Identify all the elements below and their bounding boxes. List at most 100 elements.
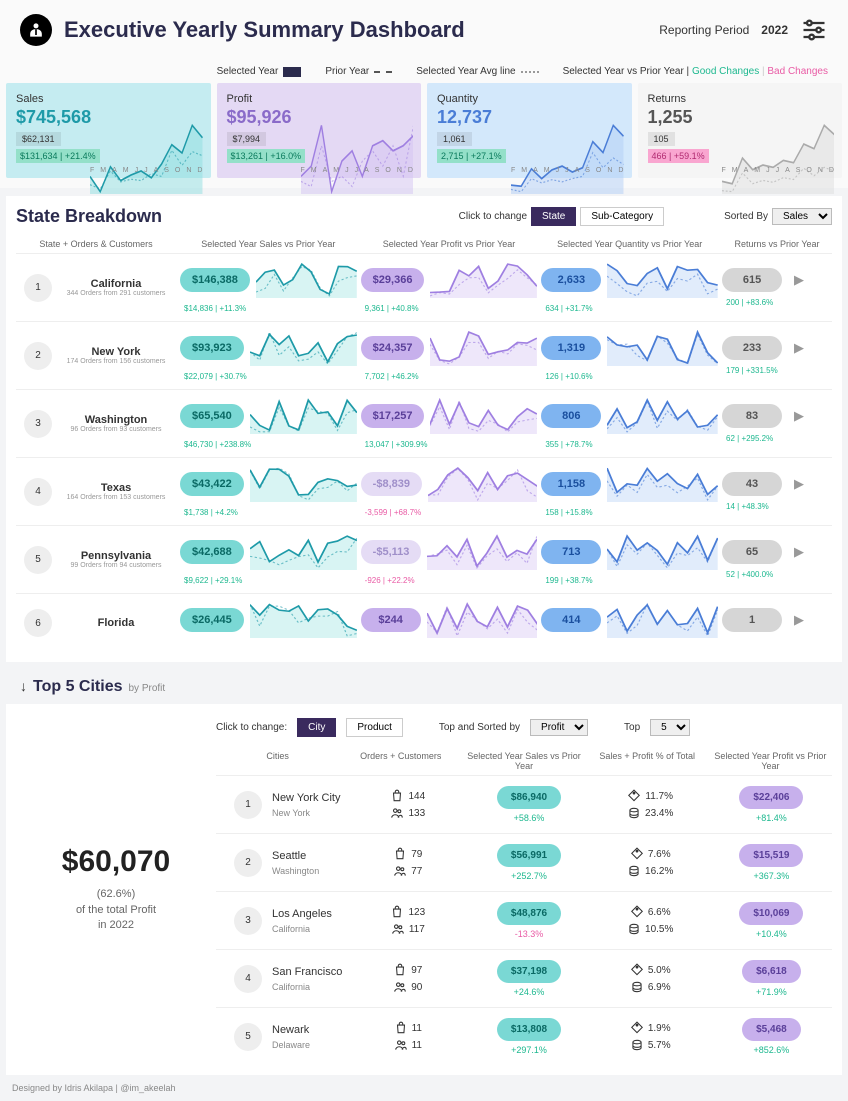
people-icon <box>393 980 407 994</box>
rank-badge: 5 <box>24 546 52 574</box>
sales-delta: $9,622 | +29.1% <box>180 576 357 585</box>
state-breakdown-section: State Breakdown Click to change State Su… <box>6 196 842 662</box>
tag-icon <box>627 789 641 803</box>
profit-delta: 13,047 | +309.9% <box>361 440 538 449</box>
state-name: New York <box>56 346 176 358</box>
city-state: New York <box>272 808 340 818</box>
legend-avg-swatch <box>521 71 539 73</box>
kpi-avg: $62,131 <box>16 132 61 146</box>
profit-pill: $29,366 <box>361 268 425 292</box>
profit-pct: 23.4% <box>645 808 673 819</box>
sales-pct: 5.0% <box>648 965 671 976</box>
sales-pct: 1.9% <box>648 1023 671 1034</box>
kpi-delta: $131,634 | +21.4% <box>16 149 100 163</box>
qty-pill: 1,319 <box>541 336 601 360</box>
section-title: State Breakdown <box>16 206 162 227</box>
expand-icon[interactable]: ▶ <box>788 544 810 560</box>
city-profit-delta: +10.4% <box>711 929 832 939</box>
qty-spark <box>607 398 718 434</box>
state-sub: 96 Orders from 93 customers <box>56 426 176 433</box>
top5-sort-select[interactable]: Profit <box>530 719 588 736</box>
state-row: 2 New York 174 Orders from 156 customers… <box>16 321 832 389</box>
toggle-subcategory[interactable]: Sub-Category <box>580 207 664 226</box>
kpi-qty[interactable]: Quantity 12,737 1,061 2,715 | +27.1% FMA… <box>427 83 632 178</box>
sales-pill: $42,688 <box>180 540 244 564</box>
state-name: Washington <box>56 414 176 426</box>
city-state: Delaware <box>272 1040 310 1050</box>
kpi-sales[interactable]: Sales $745,568 $62,131 $131,634 | +21.4%… <box>6 83 211 178</box>
kpi-sparkline <box>515 103 627 174</box>
tag-icon <box>630 905 644 919</box>
ret-pill: 615 <box>722 268 782 292</box>
reporting-period-label: Reporting Period <box>659 23 749 37</box>
top5-count-select[interactable]: 5 <box>650 719 690 736</box>
city-row: 1 New York City New York 144 133 $86,940… <box>216 775 832 833</box>
ret-delta: 14 | +48.3% <box>722 502 832 511</box>
sales-delta: $14,836 | +11.3% <box>180 304 357 313</box>
sort-by-select[interactable]: Sales <box>772 208 832 225</box>
city-sales-pill: $13,808 <box>497 1018 561 1041</box>
legend-selected-swatch <box>283 67 301 77</box>
profit-spark <box>428 466 537 502</box>
legend-prior-swatch <box>374 71 392 73</box>
state-name: Florida <box>56 617 176 629</box>
city-profit-delta: +367.3% <box>711 871 832 881</box>
profit-spark <box>430 398 537 434</box>
footer-credit: Designed by Idris Akilapa | @im_akeelah <box>0 1075 848 1101</box>
expand-icon[interactable]: ▶ <box>788 408 810 424</box>
sales-delta: $46,730 | +238.8% <box>180 440 357 449</box>
bag-icon <box>393 847 407 861</box>
kpi-sparkline <box>94 103 206 174</box>
city-name: San Francisco <box>272 966 342 978</box>
city-sales-delta: +58.6% <box>468 813 589 823</box>
city-rank: 2 <box>234 849 262 877</box>
sales-pill: $93,923 <box>180 336 244 360</box>
profit-pct: 10.5% <box>645 924 673 935</box>
customers-count: 117 <box>409 924 425 935</box>
state-row: 5 Pennsylvania 99 Orders from 94 custome… <box>16 525 832 593</box>
profit-delta: -3,599 | +68.7% <box>361 508 538 517</box>
city-rank: 5 <box>234 1023 262 1051</box>
profit-delta: 7,702 | +46.2% <box>361 372 538 381</box>
qty-pill: 713 <box>541 540 601 564</box>
coin-icon <box>630 980 644 994</box>
sales-pill: $65,540 <box>180 404 244 428</box>
city-sales-delta: +297.1% <box>468 1045 589 1055</box>
qty-spark <box>607 330 718 366</box>
settings-icon[interactable] <box>800 16 828 44</box>
city-name: Seattle <box>272 850 319 862</box>
top5-body: $60,070 (62.6%) of the total Profit in 2… <box>6 704 842 1075</box>
state-row: 3 Washington 96 Orders from 93 customers… <box>16 389 832 457</box>
kpi-sparkline <box>726 103 838 174</box>
sales-pct: 7.6% <box>648 849 671 860</box>
kpi-ret[interactable]: Returns 1,255 105 466 | +59.1% FMAMJJASO… <box>638 83 843 178</box>
city-state: Washington <box>272 866 319 876</box>
city-profit-delta: +81.4% <box>711 813 832 823</box>
city-sales-pill: $56,991 <box>497 844 561 867</box>
expand-icon[interactable]: ▶ <box>788 476 810 492</box>
kpi-delta: 2,715 | +27.1% <box>437 149 506 163</box>
qty-delta: 126 | +10.6% <box>541 372 718 381</box>
expand-icon[interactable]: ▶ <box>788 340 810 356</box>
toggle-product[interactable]: Product <box>346 718 402 737</box>
sales-pill: $43,422 <box>180 472 244 496</box>
orders-count: 123 <box>408 907 425 918</box>
customers-count: 11 <box>412 1040 422 1051</box>
legend-strip: Selected Year Prior Year Selected Year A… <box>0 60 848 83</box>
ret-pill: 83 <box>722 404 782 428</box>
city-profit-pill: $15,519 <box>739 844 803 867</box>
people-icon <box>393 864 407 878</box>
city-row: 5 Newark Delaware 11 11 $13,808 +297.1% … <box>216 1007 832 1065</box>
city-sales-delta: -13.3% <box>468 929 589 939</box>
kpi-profit[interactable]: Profit $95,926 $7,994 $13,261 | +16.0% F… <box>217 83 422 178</box>
qty-pill: 806 <box>541 404 601 428</box>
profit-delta: -926 | +22.2% <box>361 576 538 585</box>
toggle-state[interactable]: State <box>531 207 576 226</box>
sales-spark <box>250 466 357 502</box>
city-profit-pill: $6,618 <box>742 960 801 983</box>
expand-icon[interactable]: ▶ <box>788 272 810 288</box>
ret-pill: 65 <box>722 540 782 564</box>
expand-icon[interactable]: ▶ <box>788 612 810 628</box>
toggle-city[interactable]: City <box>297 718 336 737</box>
city-profit-delta: +71.9% <box>711 987 832 997</box>
